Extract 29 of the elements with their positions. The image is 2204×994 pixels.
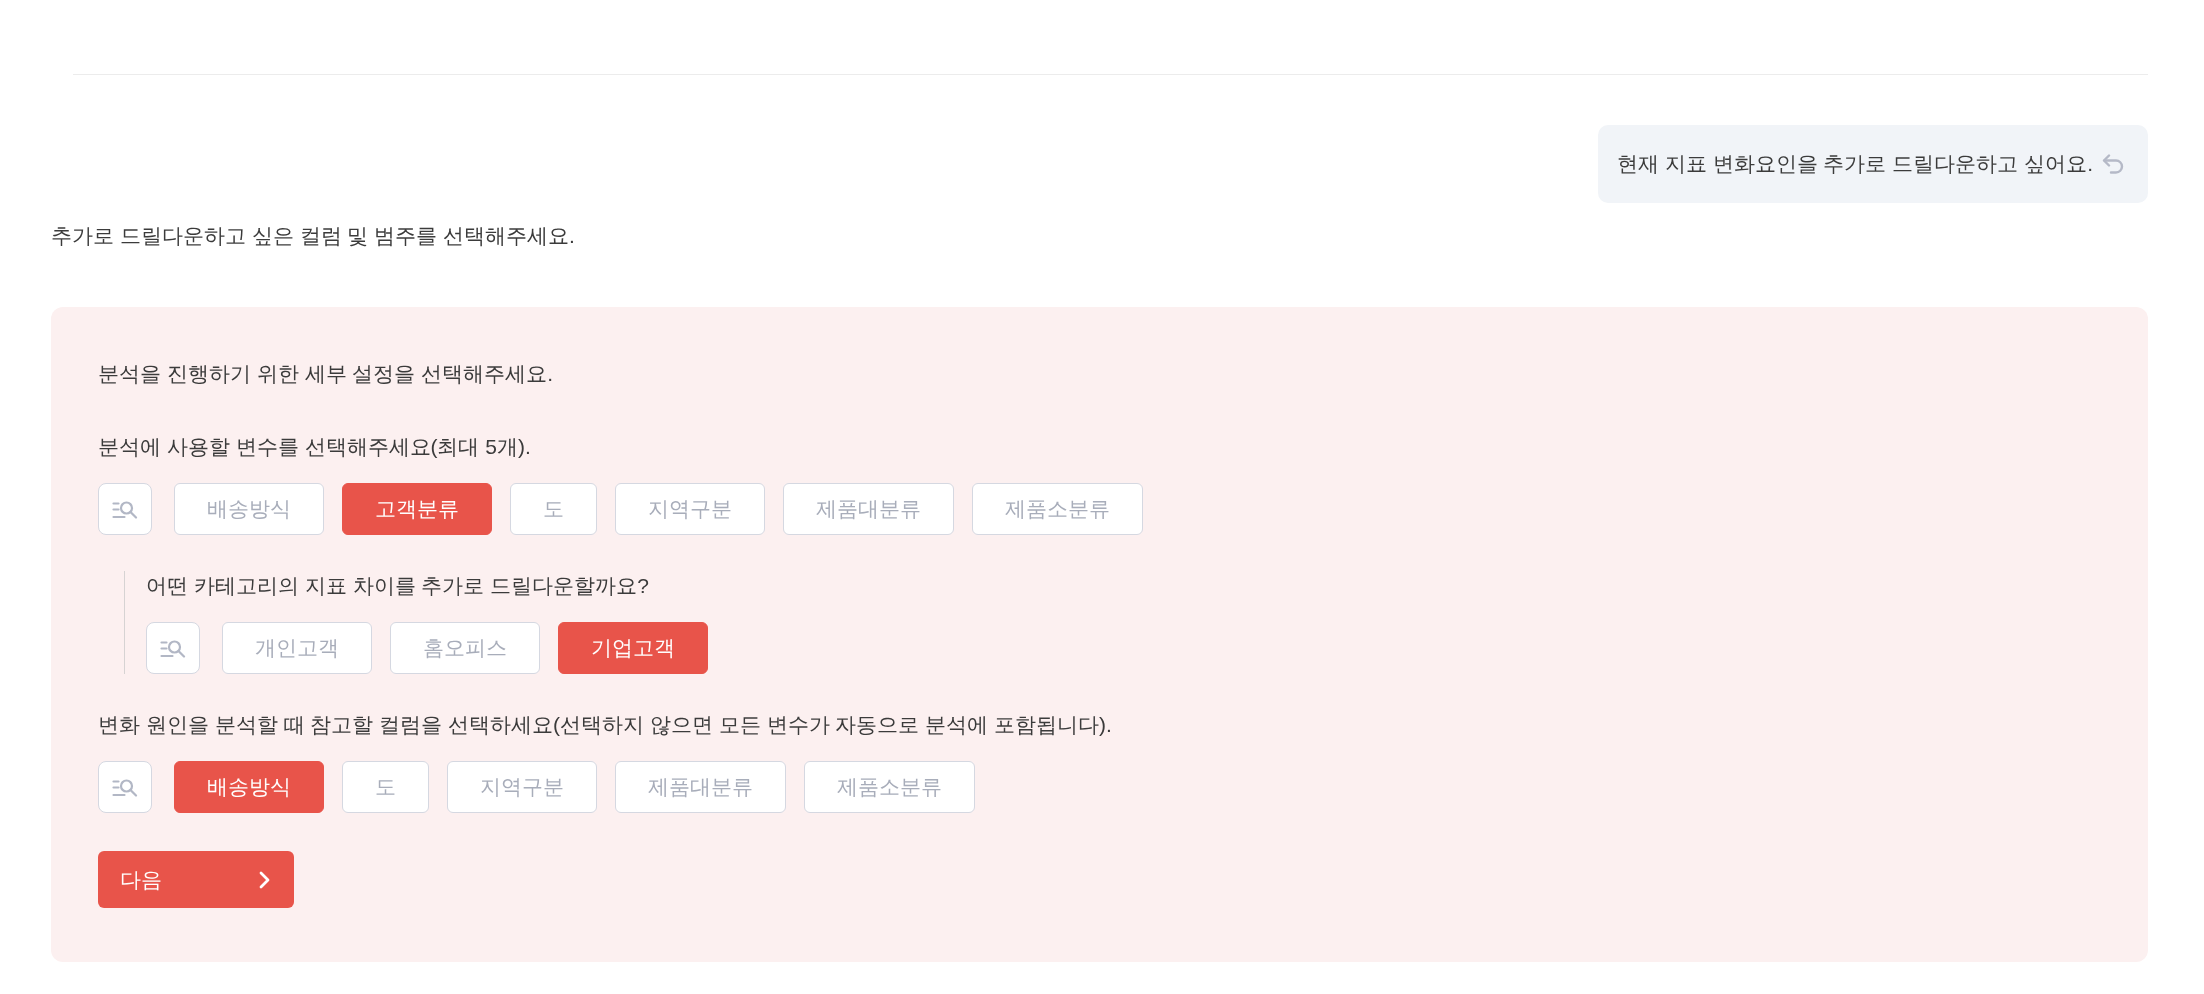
assistant-message-text: 추가로 드릴다운하고 싶은 컬럼 및 범주를 선택해주세요. xyxy=(51,223,575,249)
option-chip[interactable]: 개인고객 xyxy=(222,622,372,674)
chevron-right-icon xyxy=(259,870,270,889)
question-text: 분석에 사용할 변수를 선택해주세요(최대 5개). xyxy=(98,434,531,460)
question-text: 어떤 카테고리의 지표 차이를 추가로 드릴다운할까요? xyxy=(146,573,649,599)
option-chip[interactable]: 지역구분 xyxy=(447,761,597,813)
option-chip[interactable]: 제품소분류 xyxy=(972,483,1143,535)
question-text: 변화 원인을 분석할 때 참고할 컬럼을 선택하세요(선택하지 않으면 모든 변수가 자동으로 분석에 포함됩니다). xyxy=(98,712,1112,738)
option-chip[interactable]: 홈오피스 xyxy=(390,622,540,674)
option-chip[interactable]: 지역구분 xyxy=(615,483,765,535)
option-chip[interactable]: 배송방식 xyxy=(174,483,324,535)
option-chip[interactable]: 고객분류 xyxy=(342,483,492,535)
option-chip[interactable]: 배송방식 xyxy=(174,761,324,813)
option-chip[interactable]: 도 xyxy=(342,761,429,813)
search-list-button[interactable] xyxy=(98,483,152,535)
option-chip[interactable]: 제품대분류 xyxy=(615,761,786,813)
message-text: 현재 지표 변화요인을 추가로 드릴다운하고 싶어요. xyxy=(1617,151,2093,177)
list-search-icon xyxy=(112,499,138,519)
search-list-button[interactable] xyxy=(146,622,200,674)
option-chip[interactable]: 기업고객 xyxy=(558,622,708,674)
option-chip[interactable]: 제품대분류 xyxy=(783,483,954,535)
list-search-icon xyxy=(160,638,186,658)
option-chip[interactable]: 도 xyxy=(510,483,597,535)
list-search-icon xyxy=(112,777,138,797)
next-button[interactable]: 다음 xyxy=(98,851,294,908)
option-chip[interactable]: 제품소분류 xyxy=(804,761,975,813)
panel-intro-text: 분석을 진행하기 위한 세부 설정을 선택해주세요. xyxy=(98,361,553,387)
search-list-button[interactable] xyxy=(98,761,152,813)
undo-icon[interactable] xyxy=(2102,154,2124,174)
